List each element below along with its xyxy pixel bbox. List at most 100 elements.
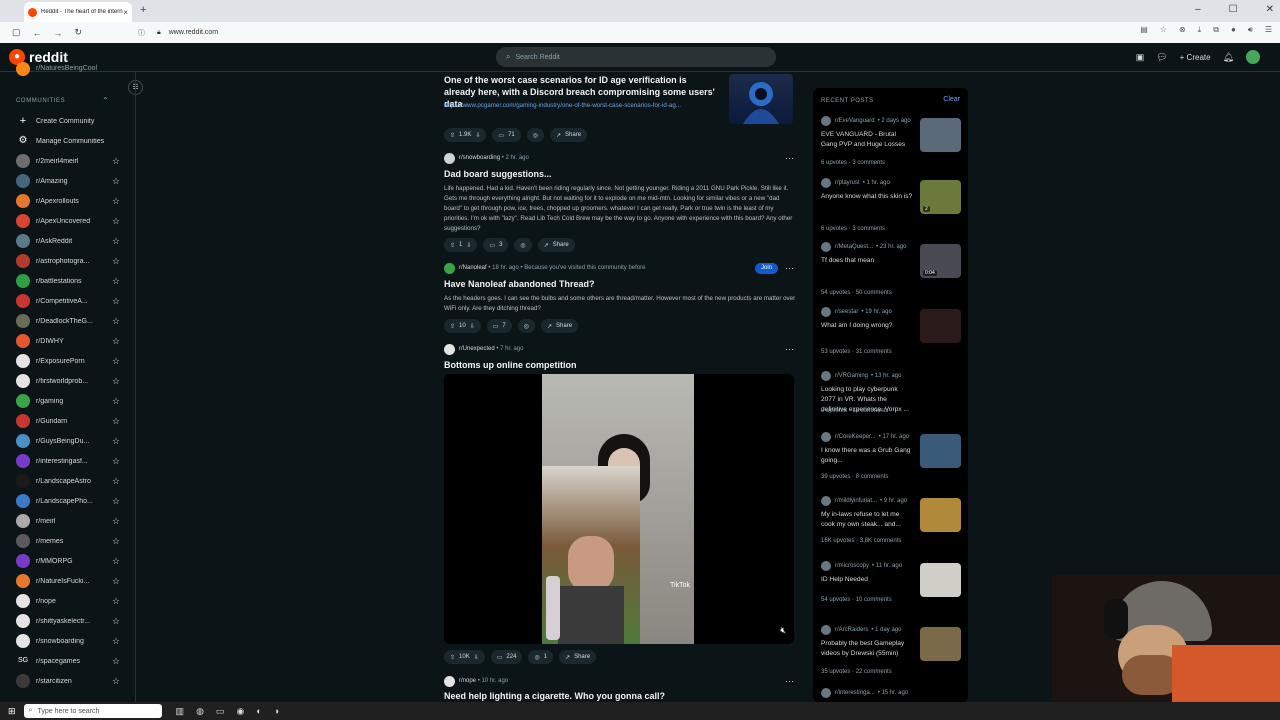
sidebar-item-manage-communities[interactable]: ⚙ Manage Communities [16,131,120,151]
minimize-button[interactable]: – [1195,4,1201,15]
file-explorer-icon[interactable]: ▭ [216,706,225,717]
favorite-star-icon[interactable]: ☆ [112,236,120,247]
share-button[interactable]: ↗ Share [550,128,588,142]
award-button[interactable]: ◎ [517,319,536,333]
sidebar-item-community[interactable]: r/meirl ☆ [16,511,120,531]
award-button[interactable]: ◎ 1 [528,650,554,664]
favorite-star-icon[interactable]: ☆ [112,376,120,387]
windows-start-icon[interactable]: ⊞ [8,706,16,717]
favorite-star-icon[interactable]: ☆ [112,436,120,447]
sidebar-item-community[interactable]: r/snowboarding ☆ [16,631,120,651]
recent-post-title[interactable]: Probably the best Gameplay videos by Dre… [821,639,913,659]
sidebar-item-community[interactable]: r/interestingasf... ☆ [16,451,120,471]
post-subreddit[interactable]: r/Nanoleaf [459,265,487,271]
volume-icon[interactable]: 🔊︎ [1248,25,1253,35]
recent-post-thumbnail[interactable] [920,309,961,343]
post-title[interactable]: Bottoms up online competition [444,359,577,371]
share-button[interactable]: ↗ Share [537,238,575,252]
recent-post-item[interactable]: r/EveVanguard • 2 days ago EVE VANGUARD - … [821,116,961,178]
post-link[interactable]: https://www.pcgamer.com/gaming-industry/… [444,102,728,109]
share-button[interactable]: ↗ Share [541,319,579,333]
favorite-star-icon[interactable]: ☆ [112,596,120,607]
more-options-icon[interactable]: ⋯ [785,676,794,687]
favorite-star-icon[interactable]: ☆ [112,496,120,507]
communities-heading[interactable]: COMMUNITIES [16,98,65,104]
sidebar-item-community[interactable]: r/memes ☆ [16,531,120,551]
chevron-up-icon[interactable]: ⌃ [102,96,109,105]
back-icon[interactable]: ← [33,28,42,38]
mute-icon[interactable]: 🔇︎ [780,625,786,636]
recent-post-subreddit[interactable]: r/CoreKeeper... [835,434,876,440]
favorite-star-icon[interactable]: ☆ [112,616,120,627]
favorite-star-icon[interactable]: ☆ [112,356,120,367]
new-tab-button[interactable]: + [140,4,146,16]
sidebar-item-community[interactable]: r/gaming ☆ [16,391,120,411]
reader-icon[interactable]: ▤ [1140,25,1148,35]
clear-button[interactable]: Clear [943,96,960,103]
sidebar-item-community[interactable]: r/astrophotogra... ☆ [16,251,120,271]
comments-button[interactable]: ▭ 3 [483,238,509,252]
sidebar-item-community[interactable]: r/2meirl4meirl ☆ [16,151,120,171]
sidebar-item-community[interactable]: r/battlestations ☆ [16,271,120,291]
profile-icon[interactable]: ● [1231,25,1236,35]
puzzle-icon[interactable]: ⧉ [1213,25,1219,35]
search-input[interactable]: ⌕ Search Reddit [496,47,776,67]
recent-post-thumbnail[interactable] [920,498,961,532]
favorite-star-icon[interactable]: ☆ [112,676,120,687]
recent-post-subreddit[interactable]: r/mildlyinfuriat... [835,498,877,504]
more-options-icon[interactable]: ⋯ [785,263,794,274]
sidebar-item-community[interactable]: r/DIWHY ☆ [16,331,120,351]
vote-control[interactable]: ⇧ 10K ⇩ [444,650,485,664]
recent-post-item[interactable]: r/CoreKeeper... • 17 hr. ago I know there … [821,432,961,494]
bookmark-star-icon[interactable]: ☆ [1160,25,1167,35]
recent-post-item[interactable]: r/interestinga... • 15 hr. ago [821,688,961,702]
upvote-icon[interactable]: ⇧ [450,132,455,139]
tab-close-icon[interactable]: × [123,8,128,17]
favorite-star-icon[interactable]: ☆ [112,636,120,647]
vote-control[interactable]: ⇧ 1.9K ⇩ [444,128,487,142]
recent-post-title[interactable]: Anyone know what this skin is? [821,192,913,202]
recent-post-item[interactable]: r/ArcRaiders • 1 day ago Probably the best… [821,625,961,687]
recent-post-title[interactable]: My in-laws refuse to let me cook my own … [821,510,913,530]
sidebar-item-community[interactable]: r/ApexUncovered ☆ [16,211,120,231]
recent-post-subreddit[interactable]: r/MetaQuest... [835,244,873,250]
recent-post-subreddit[interactable]: r/microscopy [835,563,869,569]
vote-control[interactable]: ⇧ 1 ⇩ [444,238,478,252]
downvote-icon[interactable]: ⇩ [466,242,471,249]
post-thumbnail[interactable] [729,74,793,124]
award-button[interactable]: ◎ [526,128,545,142]
recent-post-subreddit[interactable]: r/VRGaming [835,373,868,379]
sidebar-item-community[interactable]: r/ExposurePorn ☆ [16,351,120,371]
recent-post-subreddit[interactable]: r/playrust [835,180,860,186]
maximize-button[interactable]: ☐ [1229,4,1238,15]
favorite-star-icon[interactable]: ☆ [112,256,120,267]
downvote-icon[interactable]: ⇩ [474,654,479,661]
favorite-star-icon[interactable]: ☆ [112,516,120,527]
task-view-icon[interactable]: ▥ [176,706,185,717]
favorite-star-icon[interactable]: ☆ [112,296,120,307]
sidebar-item-community[interactable]: r/nope ☆ [16,591,120,611]
post-subreddit[interactable]: r/nope [459,678,476,684]
sidebar-item-community[interactable]: SG r/spacegames ☆ [16,651,120,671]
more-options-icon[interactable]: ⋯ [785,153,794,164]
sidebar-item-community[interactable]: r/GuysBeingDu... ☆ [16,431,120,451]
recent-post-title[interactable]: I know there was a Grub Gang going... [821,446,913,466]
steam-icon[interactable]: ◐ [256,706,261,717]
post-subreddit[interactable]: r/snowboarding [459,155,500,161]
avatar[interactable] [1246,50,1260,64]
recent-post-thumbnail[interactable] [920,118,961,152]
sidebar-item-community[interactable]: r/LandscapePho... ☆ [16,491,120,511]
recent-post-title[interactable]: Tf does that mean [821,256,913,266]
vote-control[interactable]: ⇧ 10 ⇩ [444,319,481,333]
recent-post-item[interactable]: r/MetaQuest... • 23 hr. ago Tf does that m… [821,242,961,304]
favorite-star-icon[interactable]: ☆ [112,536,120,547]
sidebar-item-community[interactable]: r/firstworldprob... ☆ [16,371,120,391]
favorite-star-icon[interactable]: ☆ [112,276,120,287]
post-subreddit[interactable]: r/Unexpected [459,346,495,352]
sidebar-item-community[interactable]: r/shittyaskelectr... ☆ [16,611,120,631]
favorite-star-icon[interactable]: ☆ [112,156,120,167]
favorite-star-icon[interactable]: ☆ [112,416,120,427]
sidebar-item-cut[interactable]: r/NaturesBeingCool [36,65,97,72]
upvote-icon[interactable]: ⇧ [450,323,455,330]
favorite-star-icon[interactable]: ☆ [112,316,120,327]
